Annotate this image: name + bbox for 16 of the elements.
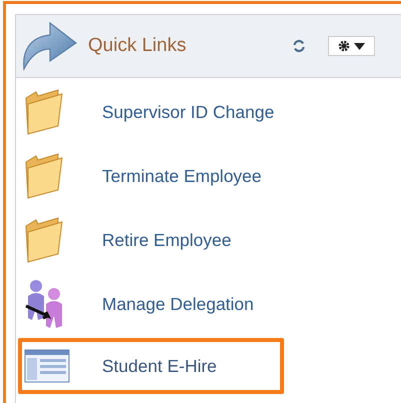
quick-link[interactable]: Student E-Hire	[102, 356, 217, 376]
quick-link[interactable]: Manage Delegation	[102, 294, 254, 314]
folder-icon	[24, 152, 64, 200]
people-icon	[24, 278, 64, 330]
folder-icon	[24, 88, 64, 136]
curved-arrow-icon	[20, 21, 78, 71]
refresh-icon[interactable]	[292, 39, 306, 53]
web-page-icon	[24, 349, 70, 383]
settings-menu-button[interactable]	[328, 36, 375, 56]
quick-link[interactable]: Terminate Employee	[102, 166, 262, 186]
caret-icon	[354, 42, 365, 50]
quick-link[interactable]: Supervisor ID Change	[102, 102, 274, 122]
folder-icon	[24, 216, 64, 264]
quick-link[interactable]: Retire Employee	[102, 230, 232, 250]
settings-icon	[338, 40, 350, 52]
pagelet-title: Quick Links	[88, 35, 188, 57]
